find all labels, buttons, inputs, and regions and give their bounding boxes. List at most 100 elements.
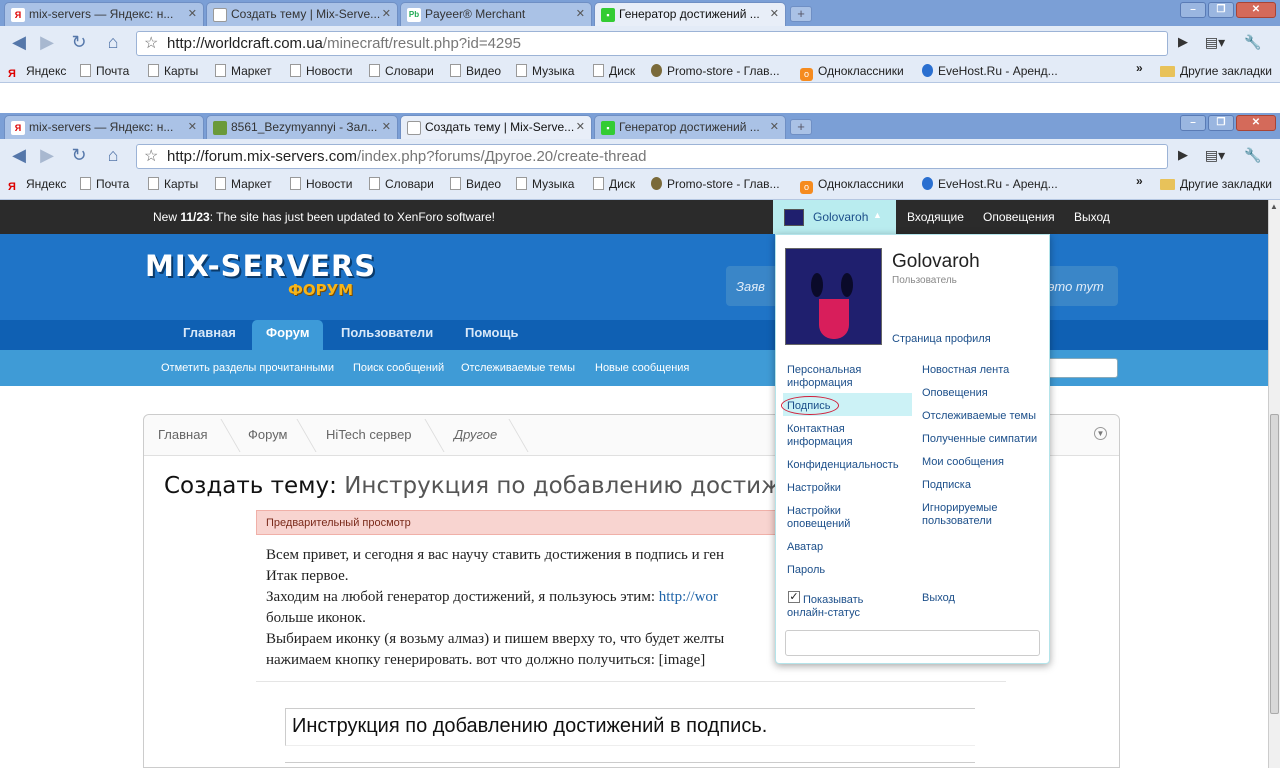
minimize-button[interactable]: – [1180, 2, 1206, 18]
page-menu-icon[interactable]: ▤▾ [1202, 144, 1228, 168]
close-icon[interactable]: ✕ [770, 7, 779, 20]
tab-members[interactable]: Пользователи [341, 320, 433, 350]
site-logo[interactable]: MIX-SERVERS [145, 249, 376, 283]
close-icon[interactable]: ✕ [188, 7, 197, 20]
reload-icon[interactable]: ↻ [66, 31, 92, 55]
browser2-tab-3[interactable]: Создать тему | Mix-Serve... ✕ [400, 115, 592, 139]
close-icon[interactable]: ✕ [770, 120, 779, 133]
window-close-button[interactable]: ✕ [1236, 2, 1276, 18]
subnav-watched[interactable]: Отслеживаемые темы [461, 362, 575, 374]
menu-contact-info[interactable]: Контактная информация [787, 423, 897, 449]
thread-title-field[interactable]: Инструкция по добавлению достижений в по… [285, 708, 975, 746]
breadcrumb-forum[interactable]: Форум [248, 427, 288, 442]
bookmark[interactable]: Карты [148, 177, 198, 191]
star-icon[interactable]: ☆ [144, 145, 158, 168]
close-icon[interactable]: ✕ [188, 120, 197, 133]
wrench-icon[interactable]: 🔧 [1240, 144, 1266, 168]
inbox-link[interactable]: Входящие [907, 210, 964, 224]
logout-link[interactable]: Выход [1074, 210, 1110, 224]
bookmark[interactable]: Музыка [516, 64, 574, 78]
bookmark[interactable]: Promo-store - Глав... [651, 177, 780, 191]
home-icon[interactable]: ⌂ [100, 144, 126, 168]
bookmark[interactable]: Новости [290, 177, 352, 191]
bookmark[interactable]: Почта [80, 64, 129, 78]
bookmark[interactable]: Маркет [215, 64, 272, 78]
bookmark[interactable]: Видео [450, 177, 501, 191]
bookmark[interactable]: Словари [369, 177, 434, 191]
browser2-tab-4[interactable]: ▪ Генератор достижений ... ✕ [594, 115, 786, 139]
menu-alerts[interactable]: Оповещения [922, 387, 988, 400]
subnav-search[interactable]: Поиск сообщений [353, 362, 444, 374]
breadcrumb-home[interactable]: Главная [158, 427, 207, 442]
reload-icon[interactable]: ↻ [66, 144, 92, 168]
close-icon[interactable]: ✕ [382, 120, 391, 133]
home-icon[interactable]: ⌂ [100, 31, 126, 55]
menu-subscription[interactable]: Подписка [922, 479, 971, 492]
user-menu-button[interactable]: Golovaroh ▲ [773, 200, 896, 234]
forward-arrow-icon[interactable]: ▶ [34, 144, 60, 168]
bookmark[interactable]: Я Яндекс [8, 177, 66, 194]
profile-page-link[interactable]: Страница профиля [892, 333, 991, 346]
menu-news-feed[interactable]: Новостная лента [922, 364, 1009, 377]
page-scrollbar[interactable]: ▲ [1268, 200, 1280, 768]
minimize-button[interactable]: – [1180, 115, 1206, 131]
browser2-tab-1[interactable]: Яmix-servers — Яндекс: н... ✕ [4, 115, 204, 139]
bookmark[interactable]: Словари [369, 64, 434, 78]
scroll-thumb[interactable] [1270, 414, 1279, 714]
bookmark[interactable]: Диск [593, 177, 635, 191]
browser1-tab-1[interactable]: Яmix-servers — Яндекс: н... ✕ [4, 2, 204, 26]
tab-home[interactable]: Главная [183, 320, 236, 350]
chevron-down-icon[interactable]: ▼ [1094, 427, 1107, 440]
bookmark[interactable]: о Одноклассники [800, 177, 904, 194]
subnav-mark-read[interactable]: Отметить разделы прочитанными [161, 362, 334, 374]
address-bar[interactable]: ☆ http://worldcraft.com.ua/minecraft/resu… [136, 31, 1168, 56]
bookmark[interactable]: Музыка [516, 177, 574, 191]
window-close-button[interactable]: ✕ [1236, 115, 1276, 131]
browser2-tab-2[interactable]: 8561_Bezymyannyi - Зал... ✕ [206, 115, 398, 139]
bookmark[interactable]: Почта [80, 177, 129, 191]
back-arrow-icon[interactable]: ◀ [6, 144, 32, 168]
bookmarks-overflow-button[interactable]: » [1136, 61, 1143, 75]
browser1-tab-4[interactable]: ▪ Генератор достижений ... ✕ [594, 2, 786, 26]
bookmark[interactable]: Диск [593, 64, 635, 78]
scroll-up-icon[interactable]: ▲ [1270, 202, 1278, 211]
menu-preferences[interactable]: Настройки [787, 482, 841, 495]
show-status-label[interactable]: Показывать онлайн-статус [787, 594, 897, 620]
menu-privacy[interactable]: Конфиденциальность [787, 459, 899, 472]
new-tab-button[interactable]: + [790, 6, 812, 22]
menu-avatar[interactable]: Аватар [787, 541, 823, 554]
menu-my-posts[interactable]: Мои сообщения [922, 456, 1004, 469]
tab-help[interactable]: Помощь [465, 320, 518, 350]
bookmark[interactable]: Карты [148, 64, 198, 78]
star-icon[interactable]: ☆ [144, 32, 158, 55]
post-link[interactable]: http://wor [659, 589, 718, 605]
bookmark[interactable]: Новости [290, 64, 352, 78]
new-tab-button[interactable]: + [790, 119, 812, 135]
menu-ignored-users[interactable]: Игнорируемые пользователи [922, 502, 1032, 528]
bookmark[interactable]: Я Яндекс [8, 64, 66, 81]
go-icon[interactable]: ▶ [1170, 31, 1196, 55]
avatar[interactable] [785, 248, 882, 345]
bookmarks-overflow-button[interactable]: » [1136, 174, 1143, 188]
popup-logout-link[interactable]: Выход [922, 592, 955, 605]
forward-arrow-icon[interactable]: ▶ [34, 31, 60, 55]
popup-username[interactable]: Golovaroh [892, 251, 980, 273]
status-update-input[interactable] [785, 630, 1040, 656]
bookmark[interactable]: EveHost.Ru - Аренд... [922, 64, 1058, 78]
tab-forum[interactable]: Форум [252, 320, 324, 350]
address-bar[interactable]: ☆ http://forum.mix-servers.com/index.php?… [136, 144, 1168, 169]
close-icon[interactable]: ✕ [576, 7, 585, 20]
maximize-button[interactable]: ❐ [1208, 2, 1234, 18]
breadcrumb-hitech[interactable]: HiTech сервер [326, 427, 412, 442]
go-icon[interactable]: ▶ [1170, 144, 1196, 168]
breadcrumb-other[interactable]: Другое [454, 427, 497, 442]
menu-signature[interactable]: Подпись [787, 400, 831, 413]
bookmark[interactable]: Promo-store - Глав... [651, 64, 780, 78]
other-bookmarks[interactable]: Другие закладки [1160, 177, 1272, 191]
close-icon[interactable]: ✕ [576, 120, 585, 133]
menu-password[interactable]: Пароль [787, 564, 825, 577]
bookmark[interactable]: EveHost.Ru - Аренд... [922, 177, 1058, 191]
back-arrow-icon[interactable]: ◀ [6, 31, 32, 55]
other-bookmarks[interactable]: Другие закладки [1160, 64, 1272, 78]
maximize-button[interactable]: ❐ [1208, 115, 1234, 131]
